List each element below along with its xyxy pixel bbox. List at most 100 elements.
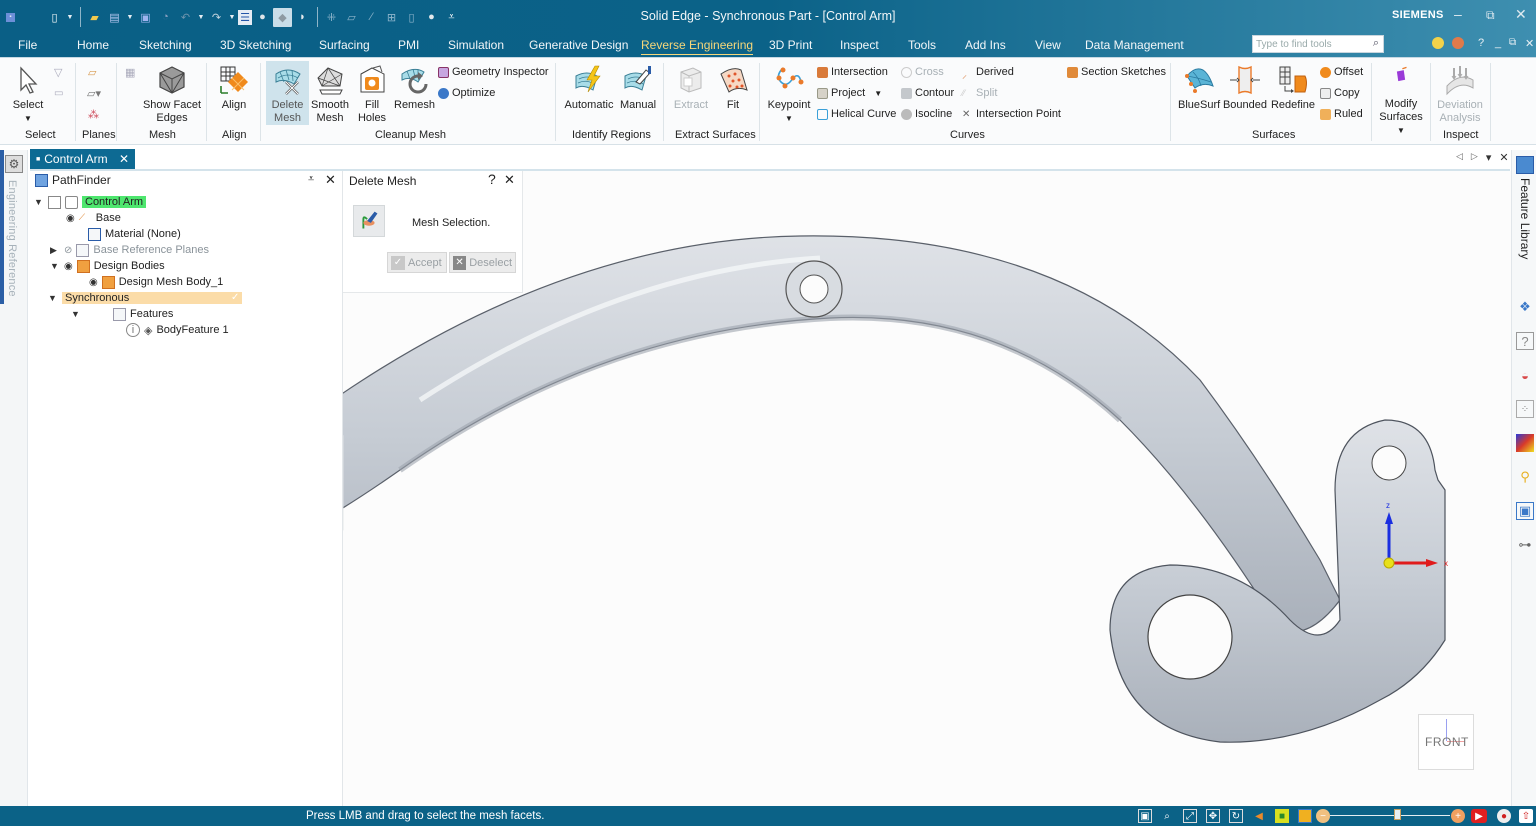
expand-icon[interactable]: ▶ xyxy=(50,245,60,256)
selection-manager-icon[interactable]: ▭ xyxy=(54,88,63,99)
frown-feedback-icon[interactable] xyxy=(1452,37,1464,49)
close-all-tabs-icon[interactable]: ✕ xyxy=(1499,151,1508,164)
tree-item-features[interactable]: ▼ Features xyxy=(71,306,173,322)
intersection-point-button[interactable]: ✕ Intersection Point xyxy=(962,108,1061,120)
eye-icon[interactable]: ◉ xyxy=(66,213,75,224)
help-button[interactable]: ? xyxy=(1478,37,1484,49)
eye-icon[interactable]: ◉ xyxy=(64,261,73,272)
record-icon[interactable]: ● xyxy=(1497,809,1511,823)
doc-restore-button[interactable]: ⧉ xyxy=(1509,37,1516,48)
tab-inspect[interactable]: Inspect xyxy=(840,38,879,52)
extract-button[interactable]: Extract xyxy=(671,64,711,112)
contour-button[interactable]: Contour xyxy=(901,87,954,99)
share-icon[interactable]: ⇧ xyxy=(1519,809,1533,823)
tab-generative-design[interactable]: Generative Design xyxy=(529,38,628,52)
tree-item-body-feature[interactable]: i ◈ BodyFeature 1 xyxy=(126,322,229,338)
heat-map-icon[interactable] xyxy=(1516,434,1534,452)
feature-library-icon[interactable] xyxy=(1516,156,1534,174)
chevron-down-icon[interactable]: ▼ xyxy=(1397,126,1405,135)
split-button[interactable]: ⁄⁄ Split xyxy=(962,87,997,99)
eye-icon[interactable]: ◉ xyxy=(89,277,98,288)
coincident-plane-icon[interactable]: ▱ xyxy=(88,66,96,79)
next-tab-icon[interactable]: ▷ xyxy=(1471,151,1478,164)
view-orient-icon[interactable]: ◀ xyxy=(1252,809,1266,823)
rotate-icon[interactable]: ↻ xyxy=(1229,809,1243,823)
view-style-icon[interactable]: ■ xyxy=(1275,809,1289,823)
relationships-icon[interactable]: ⊶ xyxy=(1516,536,1534,554)
fill-holes-button[interactable]: Fill Holes xyxy=(354,64,390,125)
sensors-icon[interactable]: ⁘ xyxy=(1516,400,1534,418)
align-button[interactable]: Align xyxy=(214,64,254,112)
minimize-button[interactable]: – xyxy=(1454,6,1462,22)
tab-menu-icon[interactable]: ▾ xyxy=(1486,151,1492,164)
zoom-icon[interactable]: ⌕ xyxy=(1160,809,1174,823)
doc-minimize-button[interactable]: _ xyxy=(1495,37,1501,49)
zoom-slider-thumb[interactable] xyxy=(1394,809,1402,820)
close-button[interactable]: ✕ xyxy=(1515,6,1527,23)
info-icon[interactable]: i xyxy=(126,323,140,337)
tree-item-base-reference-planes[interactable]: ▶ ⊘ Base Reference Planes xyxy=(50,242,209,258)
project-button[interactable]: Project ▼ xyxy=(817,87,882,99)
tab-sketching[interactable]: Sketching xyxy=(139,38,192,52)
intersection-button[interactable]: Intersection xyxy=(817,66,888,78)
deviation-analysis-button[interactable]: Deviation Analysis xyxy=(1434,64,1486,125)
delete-mesh-button[interactable]: Delete Mesh xyxy=(266,61,309,125)
view-states-icon[interactable]: ▣ xyxy=(1516,502,1534,520)
chevron-down-icon[interactable]: ▼ xyxy=(10,112,46,125)
tree-item-material[interactable]: Material (None) xyxy=(88,226,181,242)
copy-button[interactable]: Copy xyxy=(1320,87,1360,99)
doc-close-button[interactable]: ✕ xyxy=(1525,37,1534,50)
keypoint-button[interactable]: Keypoint ▼ xyxy=(766,64,812,125)
tab-add-ins[interactable]: Add Ins xyxy=(965,38,1006,52)
previous-tab-icon[interactable]: ◁ xyxy=(1456,151,1463,164)
close-tab-icon[interactable]: ✕ xyxy=(119,152,129,166)
collapse-icon[interactable]: ▼ xyxy=(71,309,81,319)
remesh-button[interactable]: Remesh xyxy=(394,64,435,112)
cross-button[interactable]: Cross xyxy=(901,66,944,78)
ruled-button[interactable]: Ruled xyxy=(1320,108,1363,120)
zoom-in-icon[interactable]: + xyxy=(1451,809,1465,823)
helical-curve-button[interactable]: Helical Curve xyxy=(817,108,896,120)
tab-pmi[interactable]: PMI xyxy=(398,38,419,52)
mesh-selection-button[interactable] xyxy=(353,205,385,237)
pathfinder-options-icon[interactable]: ⩡ xyxy=(308,173,314,186)
tree-item-synchronous[interactable]: ▼ Synchronous xyxy=(48,290,242,306)
document-tab[interactable]: ■ Control Arm ✕ xyxy=(30,149,135,169)
bounded-button[interactable]: Bounded xyxy=(1222,64,1268,112)
tree-item-control-arm[interactable]: ▼ Control Arm xyxy=(34,194,147,210)
help-icon[interactable]: ? xyxy=(488,171,496,187)
manual-button[interactable]: Manual xyxy=(618,64,658,112)
chevron-down-icon[interactable]: ▼ xyxy=(874,89,882,98)
youtube-icon[interactable]: ▶ xyxy=(1471,809,1487,823)
tab-reverse-engineering[interactable]: Reverse Engineering xyxy=(641,38,754,55)
fit-icon[interactable]: ⤢ xyxy=(1183,809,1197,823)
engineering-reference-icon[interactable]: ⚙ xyxy=(5,155,23,173)
view-cube[interactable]: FRONT xyxy=(1418,714,1474,770)
zoom-area-icon[interactable]: ▣ xyxy=(1138,809,1152,823)
hidden-eye-icon[interactable]: ⊘ xyxy=(64,245,72,256)
key-icon[interactable]: ⚲ xyxy=(1516,468,1534,486)
layers-icon[interactable]: ❖ xyxy=(1516,298,1534,316)
tab-data-management[interactable]: Data Management xyxy=(1085,38,1184,52)
collapse-icon[interactable]: ▼ xyxy=(34,197,44,207)
restore-button[interactable]: ⧉ xyxy=(1486,8,1495,23)
offset-button[interactable]: Offset xyxy=(1320,66,1363,78)
chevron-down-icon[interactable]: ▼ xyxy=(766,112,812,125)
tree-item-design-bodies[interactable]: ▼ ◉ Design Bodies xyxy=(50,258,165,274)
tab-view[interactable]: View xyxy=(1035,38,1061,52)
tree-item-base[interactable]: ◉ ⟋ Base xyxy=(66,210,121,226)
zoom-out-icon[interactable]: − xyxy=(1316,809,1330,823)
isocline-button[interactable]: Isocline xyxy=(901,108,952,120)
find-tools-input[interactable]: Type to find tools ⌕ xyxy=(1252,35,1384,53)
engineering-reference-tab[interactable]: Engineering Reference xyxy=(6,180,18,297)
section-sketches-button[interactable]: Section Sketches xyxy=(1067,66,1166,78)
filter-icon[interactable]: ▽ xyxy=(54,66,62,79)
select-button[interactable]: Select ▼ xyxy=(10,64,46,125)
optimize-button[interactable]: Optimize xyxy=(438,87,495,99)
zoom-slider[interactable] xyxy=(1330,815,1450,816)
redefine-button[interactable]: Redefine xyxy=(1270,64,1316,112)
color-manager-icon[interactable]: ◒ xyxy=(1516,366,1534,384)
derived-button[interactable]: ⸝ Derived xyxy=(962,66,1014,81)
geometry-inspector-button[interactable]: Geometry Inspector xyxy=(438,66,549,78)
accept-button[interactable]: ✓ Accept xyxy=(387,252,447,273)
